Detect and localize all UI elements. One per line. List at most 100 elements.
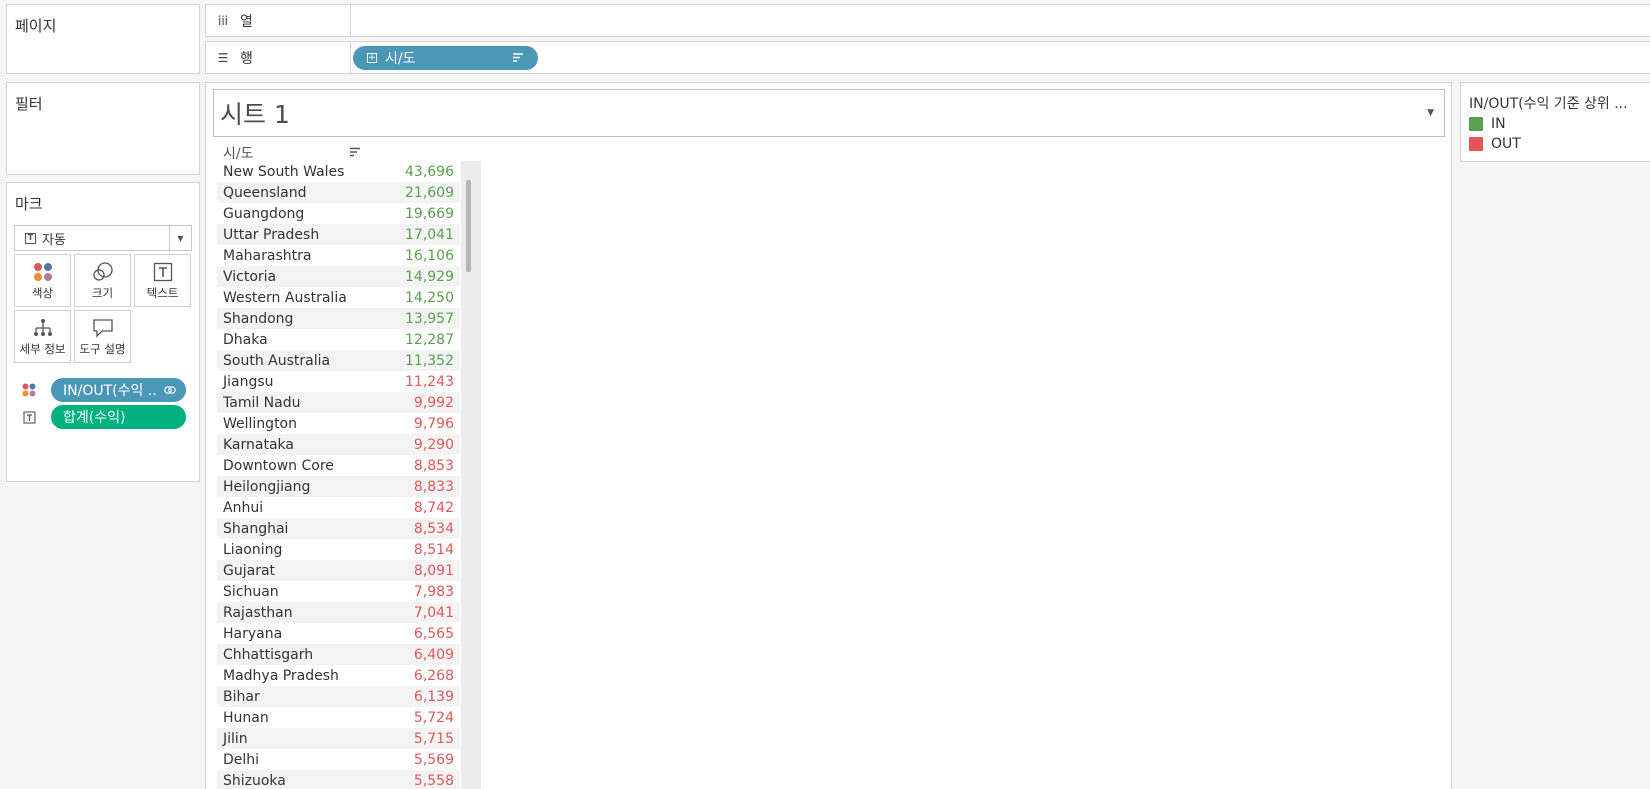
scrollbar-thumb[interactable]	[466, 180, 471, 272]
row-label: Tamil Nadu	[223, 394, 301, 411]
table-row[interactable]: Chhattisgarh 6,409	[217, 644, 460, 665]
sort-descending-icon[interactable]	[349, 147, 361, 157]
sort-descending-icon[interactable]	[512, 52, 524, 63]
table-row[interactable]: Shizuoka 5,558	[217, 770, 460, 789]
row-label: Sichuan	[223, 583, 279, 600]
table-row[interactable]: Tamil Nadu 9,992	[217, 392, 460, 413]
pages-card: 페이지	[6, 4, 200, 74]
row-value: 14,250	[405, 289, 454, 306]
table-row[interactable]: Karnataka 9,290	[217, 434, 460, 455]
table-row[interactable]: Uttar Pradesh 17,041	[217, 224, 460, 245]
mark-pill-row-text: 합계(수익)	[21, 404, 186, 430]
table-row[interactable]: Downtown Core 8,853	[217, 455, 460, 476]
filters-title: 필터	[15, 95, 43, 113]
color-button[interactable]: 색상	[14, 254, 71, 307]
size-circles-icon	[75, 255, 130, 285]
row-label: Hunan	[223, 709, 269, 726]
row-value: 8,091	[413, 562, 454, 579]
columns-shelf[interactable]: iii 열	[205, 4, 1650, 37]
text-table: New South Wales 43,696 Queensland 21,609 Gua…	[217, 161, 460, 789]
sheet-title[interactable]: 시트 1 ▼	[213, 89, 1445, 137]
size-button[interactable]: 크기	[74, 254, 131, 307]
table-row[interactable]: Madhya Pradesh 6,268	[217, 665, 460, 686]
table-row[interactable]: Haryana 6,565	[217, 623, 460, 644]
row-label: Heilongjiang	[223, 478, 311, 495]
row-value: 13,957	[405, 310, 454, 327]
table-row[interactable]: Western Australia 14,250	[217, 287, 460, 308]
row-value: 8,534	[413, 520, 454, 537]
table-row[interactable]: South Australia 11,352	[217, 350, 460, 371]
table-row[interactable]: Wellington 9,796	[217, 413, 460, 434]
rows-label: 행	[240, 50, 253, 67]
tooltip-bubble-icon	[75, 311, 130, 341]
row-value: 7,041	[413, 604, 454, 621]
legend-item-in[interactable]: IN	[1469, 115, 1506, 133]
table-row[interactable]: Jilin 5,715	[217, 728, 460, 749]
expand-plus-icon[interactable]: +	[367, 53, 377, 63]
legend-title[interactable]: IN/OUT(수익 기준 상위 ...	[1469, 93, 1628, 113]
mark-type-dropdown[interactable]: T 자동 ▼	[14, 225, 192, 251]
table-row[interactable]: Guangdong 19,669	[217, 203, 460, 224]
table-row[interactable]: Liaoning 8,514	[217, 539, 460, 560]
color-button-label: 색상	[31, 286, 54, 300]
row-label: Madhya Pradesh	[223, 667, 339, 684]
table-row[interactable]: Delhi 5,569	[217, 749, 460, 770]
pages-title: 페이지	[15, 17, 57, 35]
table-row[interactable]: Sichuan 7,983	[217, 581, 460, 602]
table-row[interactable]: Anhui 8,742	[217, 497, 460, 518]
row-value: 6,139	[413, 688, 454, 705]
table-row[interactable]: Shandong 13,957	[217, 308, 460, 329]
row-value: 8,742	[413, 499, 454, 516]
table-row[interactable]: Hunan 5,724	[217, 707, 460, 728]
row-value: 17,041	[405, 226, 454, 243]
table-row[interactable]: Dhaka 12,287	[217, 329, 460, 350]
chevron-down-icon[interactable]: ▼	[169, 226, 191, 250]
table-row[interactable]: Bihar 6,139	[217, 686, 460, 707]
table-row[interactable]: Rajasthan 7,041	[217, 602, 460, 623]
row-label: Dhaka	[223, 331, 268, 348]
detail-button[interactable]: 세부 정보	[14, 310, 71, 363]
row-value: 6,409	[413, 646, 454, 663]
table-row[interactable]: Heilongjiang 8,833	[217, 476, 460, 497]
text-field-pill[interactable]: 합계(수익)	[51, 405, 186, 429]
row-label: Shizuoka	[223, 772, 286, 789]
legend-item-out[interactable]: OUT	[1469, 135, 1521, 153]
legend-swatch-in	[1469, 117, 1483, 131]
row-label: Victoria	[223, 268, 277, 285]
rows-field-pill[interactable]: + 시/도	[353, 46, 538, 70]
text-button[interactable]: 텍스트	[134, 254, 191, 307]
row-label: Jiangsu	[223, 373, 274, 390]
table-row[interactable]: Gujarat 8,091	[217, 560, 460, 581]
rows-shelf-label: ☰ 행	[206, 42, 351, 73]
table-row[interactable]: Maharashtra 16,106	[217, 245, 460, 266]
vertical-scrollbar[interactable]	[461, 161, 481, 789]
row-label: Bihar	[223, 688, 260, 705]
row-value: 8,853	[413, 457, 454, 474]
table-row[interactable]: New South Wales 43,696	[217, 161, 460, 182]
row-value: 6,565	[413, 625, 454, 642]
table-row[interactable]: Queensland 21,609	[217, 182, 460, 203]
text-t-icon	[135, 255, 190, 285]
row-label: Anhui	[223, 499, 264, 516]
marks-title: 마크	[15, 195, 43, 213]
column-header[interactable]: 시/도	[223, 143, 253, 163]
table-row[interactable]: Jiangsu 11,243	[217, 371, 460, 392]
chevron-down-icon[interactable]: ▼	[1427, 108, 1434, 118]
row-value: 5,569	[413, 751, 454, 768]
row-label: Shanghai	[223, 520, 289, 537]
legend-label-in: IN	[1491, 116, 1506, 132]
table-row[interactable]: Shanghai 8,534	[217, 518, 460, 539]
legend-label-out: OUT	[1491, 136, 1521, 152]
row-label: South Australia	[223, 352, 331, 369]
rows-shelf[interactable]: ☰ 행 + 시/도	[205, 41, 1650, 74]
row-label: Shandong	[223, 310, 294, 327]
row-value: 6,268	[413, 667, 454, 684]
row-value: 5,558	[413, 772, 454, 789]
row-value: 9,992	[413, 394, 454, 411]
color-field-pill[interactable]: IN/OUT(수익 ..	[51, 378, 186, 402]
filters-card[interactable]: 필터	[6, 82, 200, 175]
tooltip-button[interactable]: 도구 설명	[74, 310, 131, 363]
text-t-icon: T	[25, 232, 36, 244]
row-value: 43,696	[405, 163, 454, 180]
table-row[interactable]: Victoria 14,929	[217, 266, 460, 287]
